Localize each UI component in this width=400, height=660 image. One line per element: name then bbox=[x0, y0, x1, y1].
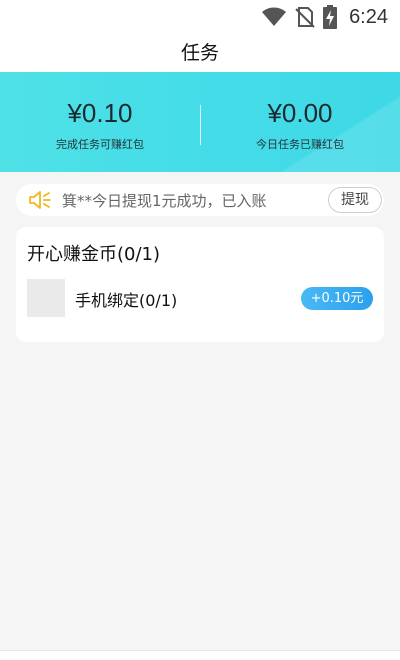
task-thumbnail bbox=[27, 279, 65, 317]
page-title: 任务 bbox=[180, 42, 219, 64]
no-sim-icon bbox=[295, 7, 315, 28]
task-section-title: 开心赚金币(0/1) bbox=[27, 244, 161, 265]
status-icons: 6:24 bbox=[261, 5, 388, 29]
earned-today-label: 今日任务已赚红包 bbox=[256, 138, 344, 151]
battery-charging-icon bbox=[323, 5, 338, 29]
earned-today-value: ¥0.00 bbox=[267, 98, 333, 128]
status-time: 6:24 bbox=[349, 5, 388, 28]
available-reward-value: ¥0.10 bbox=[67, 98, 133, 128]
speaker-icon bbox=[29, 191, 51, 209]
available-reward-label: 完成任务可赚红包 bbox=[56, 138, 144, 151]
task-item-bind-phone[interactable]: 手机绑定(0/1) +0.10元 bbox=[27, 279, 373, 317]
reward-badge[interactable]: +0.10元 bbox=[301, 287, 373, 310]
task-card: 开心赚金币(0/1) 手机绑定(0/1) +0.10元 bbox=[16, 227, 384, 342]
earned-today-stat: ¥0.00 今日任务已赚红包 bbox=[200, 72, 400, 172]
withdraw-notice-bar: 箕**今日提现1元成功，已入账 提现 bbox=[16, 184, 384, 216]
withdraw-button[interactable]: 提现 bbox=[328, 187, 382, 213]
title-bar: 任务 bbox=[0, 34, 400, 72]
bottom-edge bbox=[0, 650, 400, 660]
wifi-icon bbox=[262, 7, 287, 26]
task-name: 手机绑定(0/1) bbox=[75, 291, 178, 310]
task-screen: 6:24 任务 ¥0.10 完成任务可赚红包 ¥0.00 今日任务已赚红包 箕*… bbox=[0, 0, 400, 660]
status-bar: 6:24 bbox=[0, 0, 400, 34]
earnings-banner: ¥0.10 完成任务可赚红包 ¥0.00 今日任务已赚红包 bbox=[0, 72, 400, 172]
notice-text: 箕**今日提现1元成功，已入账 bbox=[62, 192, 267, 210]
available-reward-stat: ¥0.10 完成任务可赚红包 bbox=[0, 72, 200, 172]
